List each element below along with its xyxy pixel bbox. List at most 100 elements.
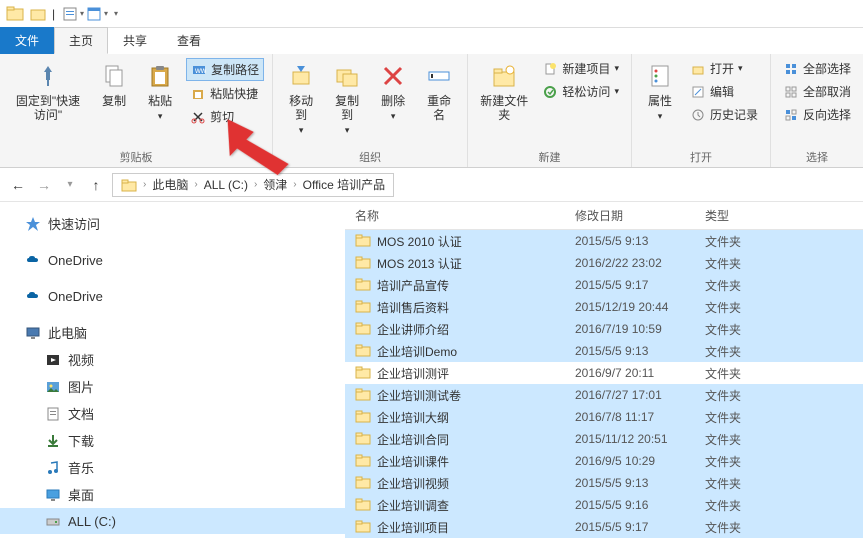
file-row[interactable]: 企业培训Demo2015/5/5 9:13文件夹	[345, 340, 863, 362]
select-none-button[interactable]: 全部取消	[779, 81, 855, 102]
pin-to-quick-access-button[interactable]: 固定到"快速访问"	[8, 58, 88, 124]
nav-videos[interactable]: 视频	[0, 346, 345, 373]
column-headers: 名称 修改日期 类型	[345, 202, 863, 230]
invert-icon	[783, 107, 799, 123]
easy-access-button[interactable]: 轻松访问 ▾	[538, 81, 623, 102]
tab-home[interactable]: 主页	[54, 27, 108, 54]
select-all-button[interactable]: 全部选择	[779, 58, 855, 79]
nav-documents[interactable]: 文档	[0, 400, 345, 427]
rename-icon	[423, 60, 455, 92]
chevron-right-icon[interactable]: ›	[291, 179, 298, 190]
file-row[interactable]: 企业培训大纲2016/7/8 11:17文件夹	[345, 406, 863, 428]
file-date-cell: 2015/11/12 20:51	[575, 432, 705, 446]
qat-new-folder-icon[interactable]	[28, 3, 50, 25]
nav-onedrive[interactable]: OneDrive	[0, 283, 345, 309]
back-button[interactable]: ←	[8, 175, 28, 195]
file-name-label: 企业培训调查	[377, 497, 449, 514]
ribbon-group-new: 新建文件夹 新建项目 ▾ 轻松访问 ▾ 新建	[468, 54, 632, 167]
tab-share[interactable]: 共享	[108, 27, 162, 54]
folder-icon	[355, 408, 371, 427]
copy-to-button[interactable]: 复制到▾	[327, 58, 367, 139]
file-type-cell: 文件夹	[705, 453, 785, 470]
address-row: ← → ▾ ↑ › 此电脑 › ALL (C:) › 领津 › Office 培…	[0, 168, 863, 202]
pictures-icon	[44, 378, 62, 396]
star-icon	[24, 215, 42, 233]
new-folder-button[interactable]: 新建文件夹	[476, 58, 532, 124]
column-header-name[interactable]: 名称	[345, 207, 575, 224]
folder-icon	[355, 276, 371, 295]
file-row[interactable]: 企业培训视频2015/5/5 9:13文件夹	[345, 472, 863, 494]
nav-downloads[interactable]: 下载	[0, 427, 345, 454]
move-to-button[interactable]: 移动到▾	[281, 58, 321, 139]
chevron-right-icon[interactable]: ›	[192, 179, 199, 190]
file-row[interactable]: MOS 2013 认证2016/2/22 23:02文件夹	[345, 252, 863, 274]
file-row[interactable]: 企业培训项目2015/5/5 9:17文件夹	[345, 516, 863, 538]
tab-file[interactable]: 文件	[0, 27, 54, 54]
file-row[interactable]: 培训产品宣传2015/5/5 9:17文件夹	[345, 274, 863, 296]
qat-customize-icon[interactable]: ▾	[86, 3, 108, 25]
nav-pictures[interactable]: 图片	[0, 373, 345, 400]
properties-button[interactable]: 属性▾	[640, 58, 680, 125]
file-row[interactable]: 企业培训调查2015/5/5 9:16文件夹	[345, 494, 863, 516]
copy-path-icon: www	[191, 62, 207, 78]
address-bar[interactable]: › 此电脑 › ALL (C:) › 领津 › Office 培训产品	[112, 173, 394, 197]
copy-button[interactable]: 复制	[94, 58, 134, 110]
file-name-label: 企业培训大纲	[377, 409, 449, 426]
file-row[interactable]: 企业培训测评2016/9/7 20:11文件夹	[345, 362, 863, 384]
paste-shortcut-button[interactable]: 粘贴快捷	[186, 83, 264, 104]
recent-locations-button[interactable]: ▾	[60, 175, 80, 195]
file-row[interactable]: 企业讲师介绍2016/7/19 10:59文件夹	[345, 318, 863, 340]
file-date-cell: 2016/2/22 23:02	[575, 256, 705, 270]
file-row[interactable]: 培训售后资料2015/12/19 20:44文件夹	[345, 296, 863, 318]
breadcrumb-item[interactable]: 领津	[259, 176, 291, 193]
quick-access-toolbar: | ▾ ▾ ▾	[0, 3, 122, 25]
column-header-date[interactable]: 修改日期	[575, 207, 705, 224]
folder-icon	[355, 320, 371, 339]
paste-icon	[144, 60, 176, 92]
nav-onedrive[interactable]: OneDrive	[0, 247, 345, 273]
file-name-label: 企业培训测评	[377, 365, 449, 382]
file-type-cell: 文件夹	[705, 409, 785, 426]
nav-quick-access[interactable]: 快速访问	[0, 210, 345, 237]
file-row[interactable]: 企业培训测试卷2016/7/27 17:01文件夹	[345, 384, 863, 406]
file-name-cell: 企业讲师介绍	[345, 320, 575, 339]
folder-icon	[355, 518, 371, 537]
ribbon-tabs: 文件 主页 共享 查看	[0, 28, 863, 54]
open-button[interactable]: 打开 ▾	[686, 58, 762, 79]
up-button[interactable]: ↑	[86, 175, 106, 195]
copy-path-button[interactable]: www 复制路径	[186, 58, 264, 81]
breadcrumb-item[interactable]: ALL (C:)	[200, 178, 252, 192]
invert-selection-button[interactable]: 反向选择	[779, 104, 855, 125]
file-row[interactable]: 企业培训合同2015/11/12 20:51文件夹	[345, 428, 863, 450]
breadcrumb-item[interactable]: 此电脑	[148, 176, 192, 193]
open-icon	[690, 61, 706, 77]
qat-dropdown-icon[interactable]: ▾	[114, 9, 118, 18]
chevron-right-icon[interactable]: ›	[252, 179, 259, 190]
file-row[interactable]: MOS 2010 认证2015/5/5 9:13文件夹	[345, 230, 863, 252]
nav-all-c[interactable]: ALL (C:)	[0, 508, 345, 534]
rename-button[interactable]: 重命名	[419, 58, 459, 124]
tab-view[interactable]: 查看	[162, 27, 216, 54]
breadcrumb-item[interactable]: Office 培训产品	[299, 176, 389, 193]
forward-button[interactable]: →	[34, 175, 54, 195]
history-button[interactable]: 历史记录	[686, 104, 762, 125]
file-name-label: 培训产品宣传	[377, 277, 449, 294]
qat-properties-icon[interactable]: ▾	[62, 3, 84, 25]
file-row[interactable]: 企业培训课件2016/9/5 10:29文件夹	[345, 450, 863, 472]
nav-music[interactable]: 音乐	[0, 454, 345, 481]
file-date-cell: 2015/5/5 9:16	[575, 498, 705, 512]
column-header-type[interactable]: 类型	[705, 207, 785, 224]
new-item-button[interactable]: 新建项目 ▾	[538, 58, 623, 79]
nav-desktop[interactable]: 桌面	[0, 481, 345, 508]
file-name-label: 企业培训Demo	[377, 343, 457, 360]
cut-button[interactable]: 剪切	[186, 106, 264, 127]
chevron-right-icon[interactable]: ›	[141, 179, 148, 190]
videos-icon	[44, 351, 62, 369]
file-type-cell: 文件夹	[705, 233, 785, 250]
desktop-icon	[44, 486, 62, 504]
file-name-cell: 企业培训测试卷	[345, 386, 575, 405]
delete-button[interactable]: 删除▾	[373, 58, 413, 125]
nav-this-pc[interactable]: 此电脑	[0, 319, 345, 346]
paste-button[interactable]: 粘贴▾	[140, 58, 180, 125]
edit-button[interactable]: 编辑	[686, 81, 762, 102]
